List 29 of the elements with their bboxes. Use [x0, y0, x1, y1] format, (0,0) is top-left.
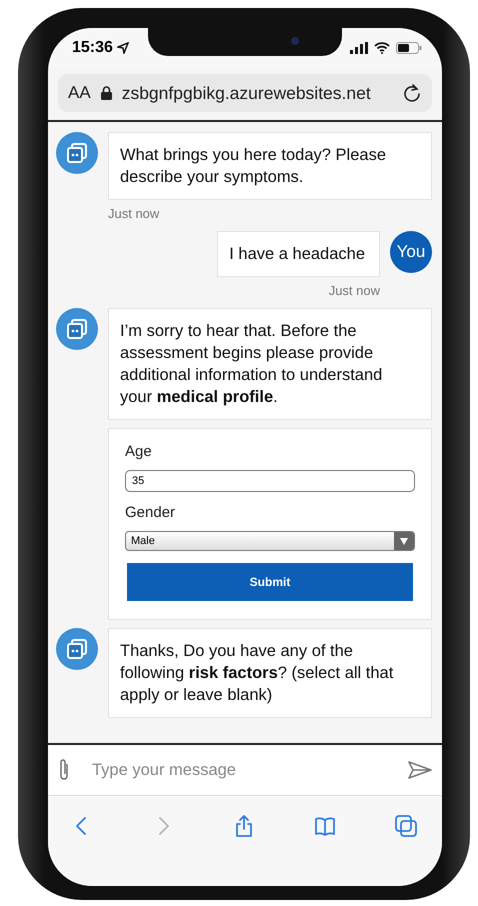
address-bar[interactable]: AA zsbgnfpgbikg.azurewebsites.net: [58, 74, 432, 112]
bot-avatar: [56, 132, 98, 174]
paperclip-icon[interactable]: [58, 758, 70, 782]
url-text: zsbgnfpgbikg.azurewebsites.net: [122, 82, 372, 104]
tabs-icon[interactable]: [394, 814, 418, 838]
message-bubble: I’m sorry to hear that. Before the assessment begins please provide additional information to understand your medical profile.: [108, 308, 432, 420]
bot-avatar: [56, 628, 98, 670]
dropdown-arrow-icon: [400, 538, 408, 544]
location-icon: [116, 42, 129, 54]
message-bubble: What brings you here today? Please describe your symptoms.: [108, 132, 432, 200]
bot-avatar: [56, 308, 98, 350]
signal-icon: [350, 42, 368, 54]
field-label: Gender: [125, 504, 176, 521]
age-input[interactable]: 35: [125, 470, 415, 492]
message-bubble: Thanks, Do you have any of the following risk factors? (select all that apply or leave blank): [108, 628, 432, 718]
timestamp: Just now: [328, 283, 380, 298]
timestamp: Just now: [108, 206, 160, 221]
wifi-icon: [374, 42, 390, 54]
battery-icon: [396, 42, 422, 54]
reload-icon[interactable]: [402, 83, 422, 103]
field-label: Age: [125, 443, 153, 460]
user-avatar: You: [390, 231, 432, 273]
submit-button[interactable]: Submit: [127, 563, 413, 601]
gender-select[interactable]: Male: [125, 531, 415, 551]
send-icon[interactable]: [408, 761, 432, 779]
text-size-button[interactable]: AA: [68, 83, 91, 103]
lock-icon: [100, 86, 112, 100]
status-time: 15:36: [72, 39, 129, 57]
message-bubble: I have a headache: [217, 231, 380, 277]
